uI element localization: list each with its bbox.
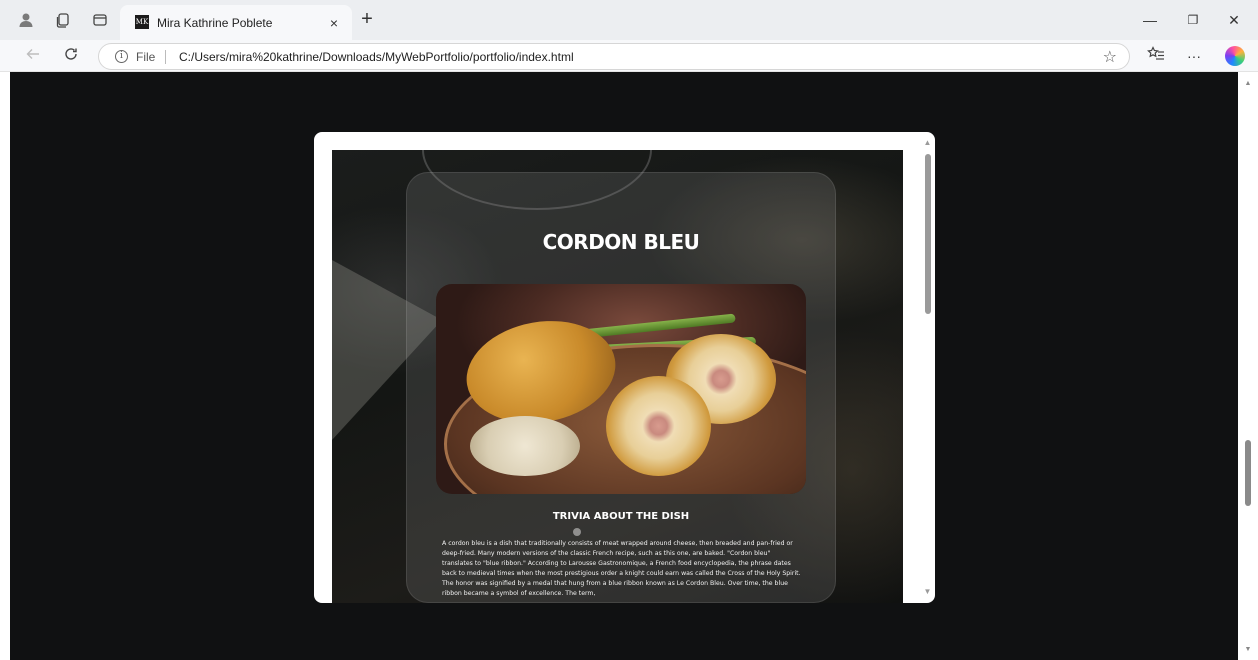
page-scroll-up-icon[interactable]: ▲ xyxy=(1238,78,1258,90)
modal-scrollbar[interactable]: ▲ ▼ xyxy=(920,132,935,603)
tab-actions-icon[interactable] xyxy=(91,11,109,29)
trivia-bullet xyxy=(573,528,581,536)
tab-close-button[interactable]: × xyxy=(325,14,343,32)
modal-content[interactable]: CORDON BLEU TRIVIA ABOUT THE DISH A cord… xyxy=(332,150,903,603)
more-menu-button[interactable]: ··· xyxy=(1184,46,1204,66)
page-viewport: CORDON BLEU TRIVIA ABOUT THE DISH A cord… xyxy=(0,72,1258,660)
cordon-bleu-slice xyxy=(606,376,711,476)
page-scroll-thumb[interactable] xyxy=(1245,440,1251,506)
page-backdrop[interactable]: CORDON BLEU TRIVIA ABOUT THE DISH A cord… xyxy=(10,72,1238,660)
dish-image xyxy=(436,284,806,494)
profile-icon[interactable] xyxy=(17,11,35,29)
dish-modal: CORDON BLEU TRIVIA ABOUT THE DISH A cord… xyxy=(314,132,935,603)
browser-toolbar: i File C:/Users/mira%20kathrine/Download… xyxy=(0,40,1258,72)
risotto xyxy=(470,416,580,476)
dish-title: CORDON BLEU xyxy=(542,230,700,254)
tab-favicon-icon: MK xyxy=(135,15,149,29)
star-icon[interactable]: ☆ xyxy=(1103,47,1117,67)
new-tab-button[interactable]: + xyxy=(356,9,378,31)
copilot-icon[interactable] xyxy=(1225,46,1245,66)
address-bar[interactable]: i File C:/Users/mira%20kathrine/Download… xyxy=(98,43,1130,70)
refresh-icon[interactable] xyxy=(61,46,81,66)
trivia-heading: TRIVIA ABOUT THE DISH xyxy=(552,511,690,522)
modal-scroll-thumb[interactable] xyxy=(925,154,931,314)
modal-scroll-up-icon[interactable]: ▲ xyxy=(922,138,933,147)
page-scrollbar[interactable]: ▲ ▼ xyxy=(1238,72,1258,660)
address-scheme: File xyxy=(136,50,156,64)
page-scroll-down-icon[interactable]: ▼ xyxy=(1238,644,1258,656)
tab-strip: MK Mira Kathrine Poblete × + — ❐ ✕ xyxy=(0,0,1258,40)
info-icon[interactable]: i xyxy=(115,50,128,63)
tab-title: Mira Kathrine Poblete xyxy=(157,16,273,30)
workspaces-icon[interactable] xyxy=(54,11,72,29)
address-url[interactable]: C:/Users/mira%20kathrine/Downloads/MyWeb… xyxy=(179,50,574,64)
back-arrow-icon[interactable] xyxy=(23,46,43,66)
favorites-icon[interactable] xyxy=(1146,46,1166,66)
restore-button[interactable]: ❐ xyxy=(1183,10,1203,30)
address-divider xyxy=(165,50,166,64)
tab-active[interactable]: MK Mira Kathrine Poblete × xyxy=(120,5,352,40)
close-window-button[interactable]: ✕ xyxy=(1224,10,1244,30)
trivia-text: A cordon bleu is a dish that traditional… xyxy=(442,540,801,597)
modal-scroll-down-icon[interactable]: ▼ xyxy=(922,587,933,596)
minimize-button[interactable]: — xyxy=(1140,10,1160,30)
